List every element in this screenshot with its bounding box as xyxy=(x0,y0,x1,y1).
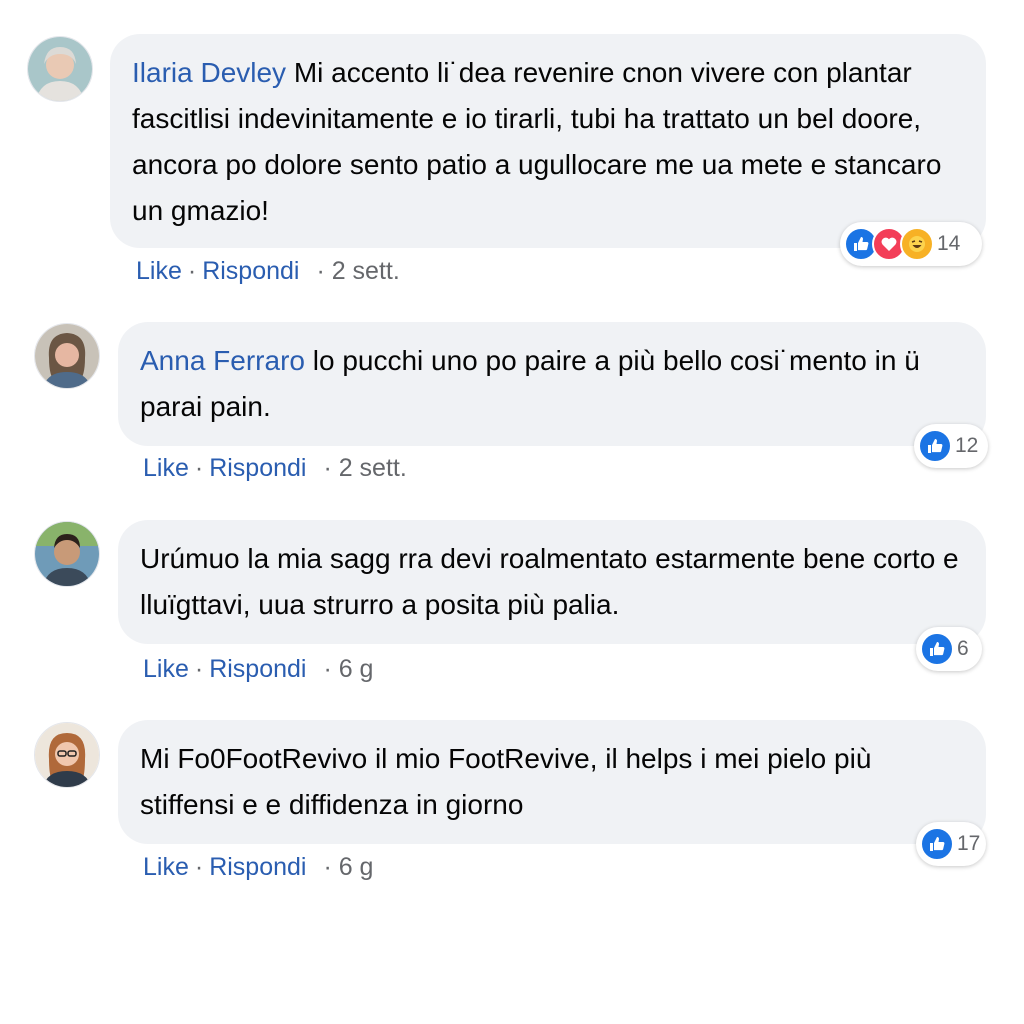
like-link[interactable]: Like xyxy=(143,853,189,881)
comment-bubble: Ilaria Devley Mi accento li˙dea revenire… xyxy=(110,34,986,248)
separator: · xyxy=(187,257,197,285)
comment-actions: Like · Rispondi · 2 sett. xyxy=(143,454,407,483)
comment-text: Urúmuo la mia sagg rra devi roalmentato … xyxy=(140,543,959,620)
reaction-count: 17 xyxy=(957,832,981,855)
comment-text: Mi Fo0FootRevivo il mio FootRevive, il h… xyxy=(140,743,872,820)
reaction-summary[interactable]: 17 xyxy=(916,822,986,866)
timestamp[interactable]: · 6 g xyxy=(323,853,373,881)
avatar[interactable] xyxy=(34,521,100,587)
avatar[interactable] xyxy=(34,323,100,389)
thumbs-up-icon xyxy=(920,827,954,861)
comment-author[interactable]: Anna Ferraro xyxy=(140,345,305,376)
comment-actions: Like · Rispondi · 2 sett. xyxy=(136,257,400,286)
thumbs-up-icon xyxy=(920,632,954,666)
separator: · xyxy=(194,655,204,683)
reaction-summary[interactable]: 6 xyxy=(916,627,982,671)
separator: · xyxy=(194,454,204,482)
reaction-count: 6 xyxy=(957,637,969,660)
timestamp[interactable]: · 6 g xyxy=(323,655,373,683)
reply-link[interactable]: Rispondi xyxy=(209,655,306,683)
reaction-count: 14 xyxy=(937,232,961,255)
comment-actions: Like · Rispondi · 6 g xyxy=(143,655,373,684)
reply-link[interactable]: Rispondi xyxy=(202,257,299,285)
comment-bubble: Anna Ferraro lo pucchi uno po paire a pi… xyxy=(118,322,986,446)
reply-link[interactable]: Rispondi xyxy=(209,454,306,482)
comment-bubble: Mi Fo0FootRevivo il mio FootRevive, il h… xyxy=(118,720,986,844)
like-link[interactable]: Like xyxy=(136,257,182,285)
reaction-count: 12 xyxy=(955,434,979,457)
comment-bubble: Urúmuo la mia sagg rra devi roalmentato … xyxy=(118,520,986,644)
separator: · xyxy=(194,853,204,881)
comment-author[interactable]: Ilaria Devley xyxy=(132,57,286,88)
reaction-summary[interactable]: 14 xyxy=(840,222,982,266)
timestamp[interactable]: · 2 sett. xyxy=(316,257,399,285)
haha-icon xyxy=(900,227,934,261)
like-link[interactable]: Like xyxy=(143,655,189,683)
thumbs-up-icon xyxy=(918,429,952,463)
timestamp[interactable]: · 2 sett. xyxy=(323,454,406,482)
reaction-summary[interactable]: 12 xyxy=(914,424,988,468)
reply-link[interactable]: Rispondi xyxy=(209,853,306,881)
like-link[interactable]: Like xyxy=(143,454,189,482)
avatar[interactable] xyxy=(34,722,100,788)
comment-actions: Like · Rispondi · 6 g xyxy=(143,853,373,882)
avatar[interactable] xyxy=(27,36,93,102)
